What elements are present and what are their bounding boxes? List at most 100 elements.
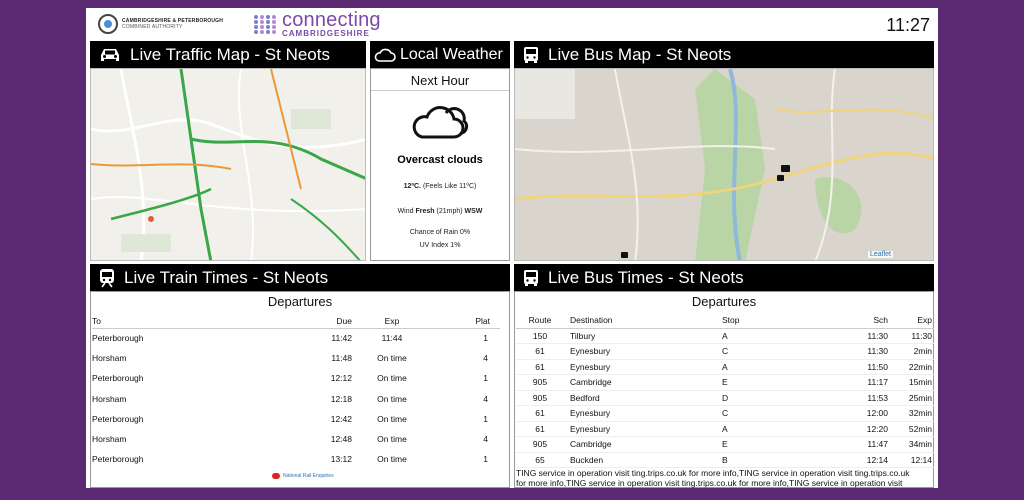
- bus-departures-table: Route Destination Stop Sch Exp 150 Tilbur…: [516, 313, 934, 468]
- col-exp: Exp: [888, 313, 934, 329]
- due: 11:48: [331, 353, 352, 364]
- traffic-panel-title: Live Traffic Map - St Neots: [130, 44, 330, 64]
- exp: 32min: [888, 405, 934, 422]
- clock: 11:27: [886, 15, 930, 35]
- wind-prefix: Wind: [397, 208, 414, 215]
- brand-sub: CAMBRIDGESHIRE: [282, 29, 370, 38]
- train-icon: [100, 268, 114, 287]
- dest: Horsham: [92, 353, 127, 364]
- service-ticker: TING service in operation visit ting.tri…: [516, 468, 934, 488]
- traffic-panel-header: Live Traffic Map - St Neots: [90, 41, 366, 68]
- busmap-panel-header: Live Bus Map - St Neots: [514, 41, 934, 68]
- route: 150: [516, 328, 564, 344]
- col-exp: Exp: [352, 314, 432, 329]
- weather-period: Next Hour: [371, 69, 509, 91]
- due: 11:42: [331, 333, 352, 344]
- train-table-header: To Due Exp Plat: [92, 314, 500, 329]
- destination: Eynesbury: [564, 343, 722, 360]
- table-row: Peterborough 12:42 On time 1: [92, 409, 500, 429]
- destination: Eynesbury: [564, 421, 722, 437]
- table-row: 61 Eynesbury C 11:30 2min: [516, 343, 934, 360]
- sch: 11:30: [842, 343, 888, 360]
- dots-logo-icon: [254, 11, 278, 37]
- weather-temperature: 12ºC. (Feels Like 11ºC): [371, 183, 509, 190]
- sch: 12:20: [842, 421, 888, 437]
- leaflet-attribution[interactable]: Leaflet: [867, 251, 893, 258]
- table-row: 905 Cambridge E 11:17 15min: [516, 374, 934, 391]
- wind-strength: Fresh: [415, 208, 435, 215]
- route: 61: [516, 359, 564, 375]
- destination: Cambridge: [564, 436, 722, 453]
- train-panel-title: Live Train Times - St Neots: [124, 267, 329, 287]
- exp: 12:14: [888, 452, 934, 468]
- ticker-line-2: for more info,TING service in operation …: [516, 478, 903, 488]
- weather-panel-header: Local Weather: [370, 41, 510, 68]
- route: 905: [516, 374, 564, 391]
- cloud-small-icon: [374, 48, 396, 62]
- stop: A: [722, 328, 842, 344]
- stop: D: [722, 390, 842, 406]
- exp: On time: [377, 393, 407, 404]
- dest: Peterborough: [92, 373, 144, 384]
- train-departures-title: Departures: [267, 294, 333, 309]
- bus-map[interactable]: Leaflet: [514, 68, 934, 261]
- col-due: Due: [242, 314, 352, 329]
- exp: 25min: [888, 390, 934, 406]
- exp: 11:44: [381, 333, 403, 344]
- bus-icon: [524, 269, 538, 286]
- cloud-icon: [412, 106, 469, 139]
- dest: Horsham: [92, 434, 127, 445]
- destination: Tilbury: [564, 328, 722, 344]
- national-rail-icon: [272, 473, 280, 479]
- sch: 11:17: [842, 374, 888, 391]
- plat: 4: [483, 393, 488, 404]
- dest: Peterborough: [92, 333, 144, 344]
- route: 61: [516, 405, 564, 422]
- table-row: 905 Bedford D 11:53 25min: [516, 390, 934, 406]
- exp: On time: [377, 373, 407, 384]
- sch: 11:53: [842, 390, 888, 406]
- sch: 11:47: [842, 436, 888, 453]
- exp: 34min: [888, 436, 934, 453]
- exp: 11:30: [888, 328, 934, 344]
- col-destination: Destination: [564, 313, 722, 329]
- table-row: 61 Eynesbury A 12:20 52min: [516, 421, 934, 437]
- due: 12:48: [330, 434, 352, 445]
- table-row: Horsham 12:48 On time 4: [92, 429, 500, 449]
- route: 61: [516, 421, 564, 437]
- col-to: To: [92, 314, 242, 329]
- display-screen: CAMBRIDGESHIRE & PETERBOROUGH COMBINED A…: [86, 8, 938, 488]
- busmap-panel-title: Live Bus Map - St Neots: [548, 44, 732, 64]
- bus-departures-title: Departures: [691, 294, 757, 309]
- sch: 12:14: [842, 452, 888, 468]
- dest: Peterborough: [92, 454, 144, 465]
- stop: C: [722, 405, 842, 422]
- destination: Cambridge: [564, 374, 722, 391]
- bus-icon: [524, 46, 538, 63]
- route: 61: [516, 343, 564, 360]
- due: 12:42: [330, 413, 352, 424]
- plat: 4: [483, 353, 488, 364]
- plat: 1: [483, 454, 488, 465]
- exp: On time: [377, 353, 407, 364]
- stop: A: [722, 421, 842, 437]
- train-departures-table: To Due Exp Plat Peterborough 11:42 11:44 1 …: [92, 314, 500, 469]
- plat: 4: [483, 434, 488, 445]
- due: 12:18: [330, 393, 352, 404]
- route: 905: [516, 390, 564, 406]
- due: 13:12: [330, 454, 352, 465]
- table-row: Peterborough 13:12 On time 1: [92, 449, 500, 469]
- car-icon: [101, 48, 119, 61]
- route: 65: [516, 452, 564, 468]
- sch: 11:50: [842, 359, 888, 375]
- dest: Peterborough: [92, 413, 144, 424]
- exp: On time: [377, 454, 407, 465]
- col-route: Route: [516, 313, 564, 329]
- plat: 1: [483, 373, 488, 384]
- destination: Bedford: [564, 390, 722, 406]
- dest: Horsham: [92, 393, 127, 404]
- exp: 15min: [888, 374, 934, 391]
- col-sch: Sch: [842, 313, 888, 329]
- brand-main: connecting: [282, 9, 381, 31]
- traffic-map[interactable]: [90, 68, 366, 261]
